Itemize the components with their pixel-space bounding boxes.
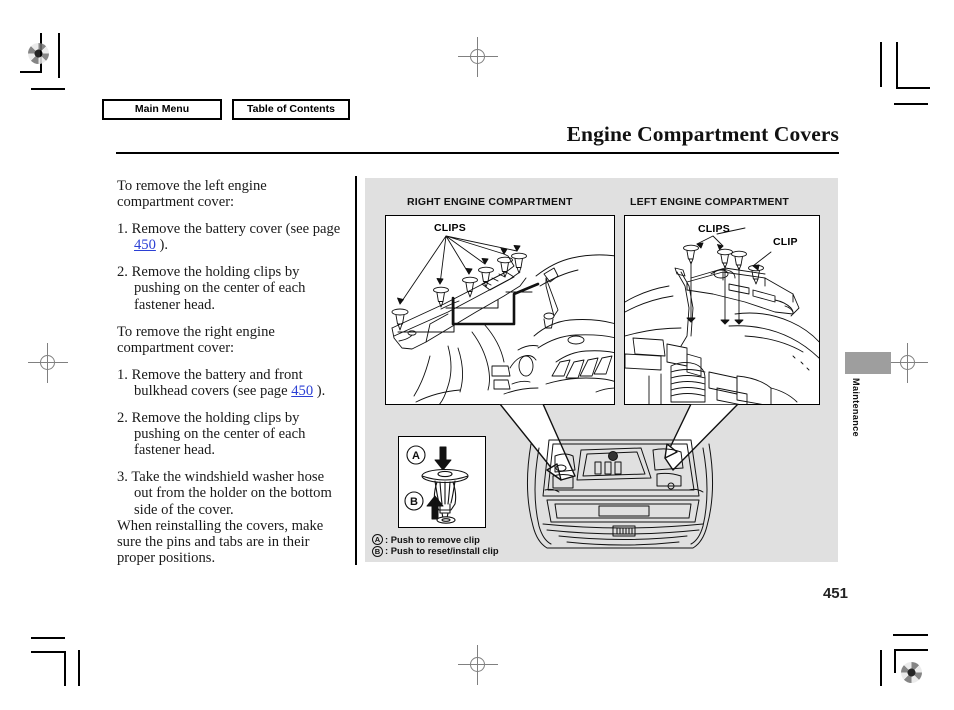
step-text: Remove the holding clips by pushing on t…: [131, 264, 306, 313]
clip-marker-a: A: [412, 450, 420, 462]
right-engine-compartment-diagram: CLIPS: [385, 215, 615, 405]
left-step-1: 1. Remove the battery cover (see page 45…: [117, 221, 345, 253]
legend-text-a: : Push to remove clip: [385, 534, 480, 545]
crop-mark-top-left-horizontal-2: [31, 88, 65, 90]
legend-marker-b: B: [372, 545, 383, 557]
clip-legend-row-a: A : Push to remove clip: [372, 534, 499, 546]
crop-mark-bottom-left-horizontal-2: [31, 651, 65, 653]
clip-detail-diagram: A B: [398, 436, 486, 528]
clip-legend-row-b: B : Push to reset/install clip: [372, 545, 499, 557]
step-text: Remove the battery cover (see page: [131, 221, 341, 238]
section-tab-marker: [845, 352, 891, 374]
page-reference-link[interactable]: 450: [134, 237, 156, 253]
registration-crosshair-left: [28, 343, 68, 383]
right-clips-label: CLIPS: [434, 222, 466, 234]
right-step-2: 2. Remove the holding clips by pushing o…: [117, 410, 345, 458]
table-of-contents-button[interactable]: Table of Contents: [232, 99, 350, 120]
left-clips-label: CLIPS: [698, 223, 730, 235]
closing-paragraph: When reinstalling the covers, make sure …: [117, 517, 324, 566]
column-divider: [355, 176, 357, 565]
step-number: 2.: [117, 264, 128, 281]
legend-marker-a: A: [372, 534, 383, 546]
registration-target-bottom-right: [901, 662, 922, 683]
right-step-3: 3. Take the windshield washer hose out f…: [117, 469, 345, 517]
crop-mark-bottom-left-vertical: [64, 651, 66, 686]
registration-crosshair-top: [458, 37, 498, 77]
clip-detail-lineart: A B: [404, 445, 469, 524]
clip-legend: A : Push to remove clip B : Push to rese…: [372, 534, 499, 557]
main-menu-button[interactable]: Main Menu: [102, 99, 222, 120]
registration-crosshair-bottom: [458, 645, 498, 685]
crop-mark-top-right-vertical: [880, 42, 882, 87]
step-number: 1.: [117, 366, 128, 383]
page-reference-link[interactable]: 450: [291, 383, 313, 399]
page-number: 451: [822, 585, 848, 602]
right-step-1: 1. Remove the battery and front bulkhead…: [117, 367, 345, 399]
crop-mark-bottom-left-horizontal: [31, 637, 65, 639]
crop-mark-bottom-right-vertical: [880, 650, 882, 686]
right-compartment-title: RIGHT ENGINE COMPARTMENT: [407, 196, 573, 208]
left-compartment-title: LEFT ENGINE COMPARTMENT: [630, 196, 789, 208]
callout-arrow-left: [664, 404, 739, 471]
crop-mark-bottom-right-horizontal-2: [894, 649, 928, 651]
step-number: 2.: [117, 410, 128, 427]
step-number: 3.: [117, 469, 128, 486]
crop-mark-bottom-left-vertical-2: [78, 650, 80, 686]
left-step-2: 2. Remove the holding clips by pushing o…: [117, 264, 345, 312]
left-engine-compartment-diagram: CLIPS CLIP: [624, 215, 820, 405]
crop-mark-top-left-horizontal: [20, 71, 41, 73]
crop-mark-top-right-vertical-2: [896, 42, 898, 88]
crop-mark-top-left-vertical-2: [58, 33, 60, 78]
header-rule: [116, 152, 839, 154]
figure-panel: RIGHT ENGINE COMPARTMENT LEFT ENGINE COM…: [365, 178, 838, 562]
crop-mark-bottom-right-horizontal: [893, 634, 928, 636]
callout-arrow-right: [499, 404, 576, 481]
intro-right-paragraph: To remove the right engine compartment c…: [117, 323, 275, 356]
instructions-column: To remove the left engine compartment co…: [117, 178, 345, 577]
step-text-tail: ).: [155, 237, 169, 254]
navigation-bar: Main Menu Table of Contents: [102, 99, 350, 120]
registration-target-top-left: [28, 43, 49, 64]
right-compartment-lineart: [391, 235, 614, 404]
crop-mark-top-right-horizontal: [896, 87, 930, 89]
step-text: Take the windshield washer hose out from…: [131, 469, 332, 518]
left-clip-label: CLIP: [773, 236, 798, 248]
registration-crosshair-right: [888, 343, 928, 383]
step-number: 1.: [117, 221, 128, 238]
step-text: Remove the battery and front bulkhead co…: [131, 366, 303, 399]
intro-left-paragraph: To remove the left engine compartment co…: [117, 178, 267, 211]
step-text: Remove the holding clips by pushing on t…: [131, 410, 306, 459]
legend-text-b: : Push to reset/install clip: [385, 545, 499, 557]
car-front-view-callout: [499, 404, 739, 549]
page-title: Engine Compartment Covers: [566, 122, 839, 146]
crop-mark-top-right-horizontal-2: [894, 103, 928, 105]
step-text-tail: ).: [313, 382, 326, 399]
clip-marker-b: B: [410, 496, 418, 508]
section-tab-label: Maintenance: [851, 378, 861, 437]
crop-mark-bottom-right-vertical-2: [894, 649, 896, 673]
